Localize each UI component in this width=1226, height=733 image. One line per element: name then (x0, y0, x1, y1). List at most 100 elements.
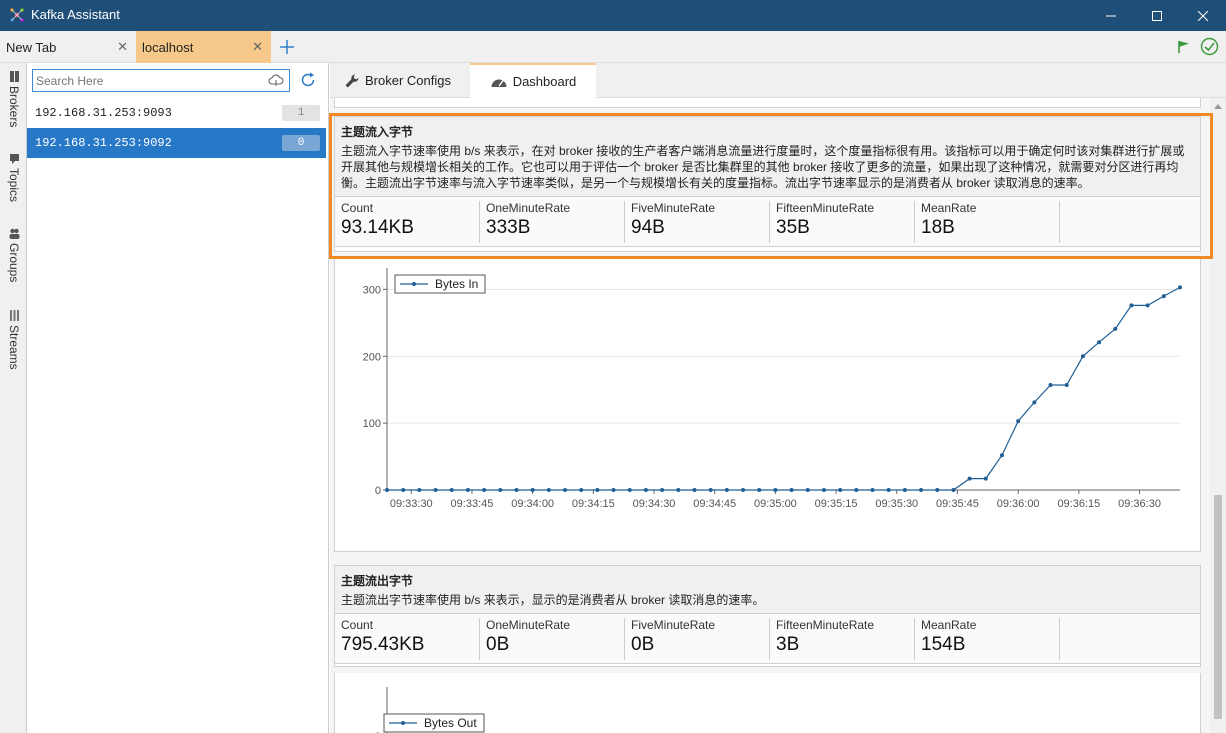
x-tick-label: 09:33:30 (390, 498, 433, 510)
metric-label: FiveMinuteRate (631, 618, 716, 632)
data-point (1161, 294, 1166, 299)
y-tick-label: 200 (363, 351, 381, 363)
data-point (789, 488, 794, 492)
x-tick-label: 09:36:30 (1118, 498, 1161, 510)
add-tab-icon[interactable] (279, 39, 295, 55)
doc-tab-new-tab[interactable]: New Tab ✕ (0, 31, 136, 63)
data-point (498, 488, 503, 492)
side-tab-label: Streams (7, 325, 21, 370)
x-tick-label: 09:33:45 (451, 498, 494, 510)
cloud-search-icon[interactable] (268, 74, 284, 87)
data-point (838, 488, 843, 492)
data-point (514, 488, 519, 492)
metric-fifteen-minute-rate: FifteenMinuteRate 3B (770, 618, 915, 660)
x-tick-label: 09:35:00 (754, 498, 797, 510)
data-point (870, 488, 875, 492)
data-point (595, 488, 600, 492)
x-tick-label: 09:35:30 (875, 498, 918, 510)
data-point (724, 488, 729, 492)
metric-one-minute-rate: OneMinuteRate 0B (480, 618, 625, 660)
wrench-icon (345, 74, 359, 87)
kafka-logo-icon (10, 8, 24, 22)
broker-count-badge: 0 (282, 135, 320, 151)
doc-tab-localhost[interactable]: localhost ✕ (136, 31, 271, 63)
x-tick-label: 09:35:15 (815, 498, 858, 510)
broker-address: 192.168.31.253:9092 (35, 136, 172, 150)
bytes-out-chart[interactable]: 0Bytes Out (335, 673, 1202, 733)
data-point (854, 488, 859, 492)
metric-label: OneMinuteRate (486, 618, 571, 632)
data-point (1097, 340, 1102, 345)
data-point (563, 488, 568, 492)
data-point (546, 488, 551, 492)
bytes-in-chart[interactable]: 0 100 200 300 09:33:30 09:33:45 09:34:00 09:34:… (335, 258, 1202, 550)
side-tab-strip: Brokers Topics Groups Streams (0, 63, 27, 733)
metric-five-minute-rate: FiveMinuteRate 0B (625, 618, 770, 660)
side-tab-streams[interactable]: Streams (5, 310, 23, 370)
broker-list-pane: 192.168.31.253:9093 1 192.168.31.253:909… (27, 63, 329, 733)
scroll-up-icon[interactable] (1210, 98, 1226, 114)
data-point (902, 488, 907, 492)
x-tick-label: 09:34:15 (572, 498, 615, 510)
metric-value: 795.43KB (341, 634, 425, 655)
data-point (611, 488, 616, 492)
data-point (433, 488, 438, 492)
data-point (935, 488, 940, 492)
refresh-icon[interactable] (299, 71, 317, 89)
metric-count: Count 795.43KB (335, 618, 480, 660)
data-point (660, 488, 665, 492)
data-point (805, 488, 810, 492)
side-tab-topics[interactable]: Topics (5, 153, 23, 202)
data-point (676, 488, 681, 492)
data-point (951, 488, 956, 492)
legend-label: Bytes Out (424, 716, 477, 730)
close-button[interactable] (1180, 0, 1226, 31)
panel-tab-bar: Broker Configs Dashboard (330, 63, 1226, 98)
broker-row-selected[interactable]: 192.168.31.253:9092 0 (27, 128, 326, 158)
data-point (692, 488, 697, 492)
tab-dashboard[interactable]: Dashboard (470, 63, 596, 98)
flag-icon[interactable] (1177, 40, 1191, 54)
tab-label: Broker Configs (365, 73, 451, 88)
x-tick-label: 09:34:30 (633, 498, 676, 510)
maximize-button[interactable] (1134, 0, 1180, 31)
bytes-out-chart-card: 0Bytes Out (334, 673, 1201, 733)
gauge-icon (491, 79, 507, 87)
document-tab-bar: New Tab ✕ localhost ✕ (0, 31, 1226, 63)
close-tab-icon[interactable]: ✕ (117, 39, 128, 55)
side-tab-brokers[interactable]: Brokers (5, 71, 23, 127)
x-tick-label: 09:34:45 (693, 498, 736, 510)
description-line: 主题流出字节速率使用 b/s 来表示，显示的是消费者从 broker 读取消息的… (341, 593, 765, 607)
side-tab-groups[interactable]: Groups (5, 228, 23, 282)
search-input[interactable] (33, 70, 258, 91)
metric-value: 0B (486, 634, 510, 655)
x-tick-label: 09:35:45 (936, 498, 979, 510)
data-point (482, 488, 487, 492)
close-tab-icon[interactable]: ✕ (252, 39, 263, 55)
minimize-button[interactable] (1088, 0, 1134, 31)
data-point (465, 488, 470, 492)
side-tab-label: Topics (7, 168, 21, 203)
tab-broker-configs[interactable]: Broker Configs (344, 63, 468, 98)
data-point (449, 488, 454, 492)
y-tick-label: 0 (375, 485, 381, 497)
data-point (385, 488, 389, 492)
topics-icon (9, 154, 19, 164)
metric-value: 3B (776, 634, 800, 655)
data-point (401, 488, 406, 492)
data-point (741, 488, 746, 492)
close-icon (1198, 10, 1208, 21)
y-tick-label: 300 (363, 284, 381, 296)
streams-icon (9, 310, 19, 321)
legend-label: Bytes In (435, 277, 478, 291)
broker-row[interactable]: 192.168.31.253:9093 1 (27, 98, 326, 128)
metrics-row: Count 795.43KB OneMinuteRate 0B FiveMinute… (335, 614, 1200, 664)
search-box[interactable] (32, 69, 290, 92)
window-title: Kafka Assistant (31, 7, 120, 22)
data-point (821, 488, 826, 492)
data-point (919, 488, 924, 492)
data-point (417, 488, 422, 492)
y-tick-label: 100 (363, 418, 381, 430)
scroll-thumb[interactable] (1214, 495, 1222, 719)
data-point (757, 488, 762, 492)
